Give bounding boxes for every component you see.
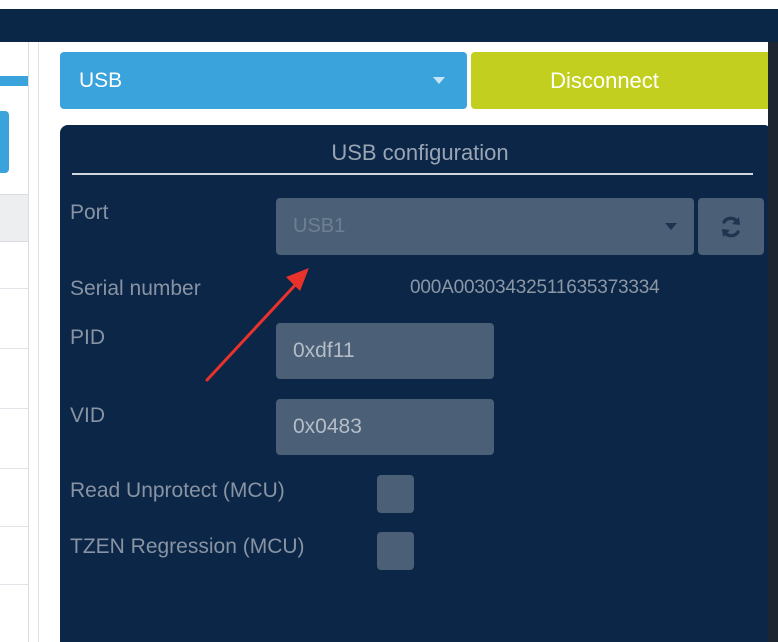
pid-label: PID (70, 326, 106, 349)
chevron-down-icon (665, 223, 677, 230)
serial-number-label: Serial number (70, 277, 201, 300)
left-pane-row-divider (0, 408, 28, 409)
vid-field[interactable] (276, 399, 494, 455)
port-select[interactable]: USB1 (276, 198, 694, 255)
left-pane-tab[interactable] (0, 111, 9, 173)
port-select-value: USB1 (293, 215, 346, 237)
left-pane-row-divider (0, 526, 28, 527)
serial-number-value: 000A00303432511635373334 (410, 277, 660, 298)
left-pane-row-divider (0, 468, 28, 469)
left-pane-accent-bar (0, 76, 28, 86)
refresh-icon (722, 216, 740, 237)
tzen-regression-checkbox[interactable] (377, 532, 414, 570)
left-pane-table-header (0, 194, 28, 242)
tzen-regression-label: TZEN Regression (MCU) (70, 535, 305, 558)
left-pane-row-divider (0, 348, 28, 349)
window-edge (768, 42, 778, 642)
read-unprotect-checkbox[interactable] (377, 475, 414, 513)
pane-divider (38, 42, 39, 642)
left-pane-row-divider (0, 584, 28, 585)
disconnect-button-label: Disconnect (550, 67, 659, 93)
vid-label: VID (70, 404, 106, 427)
disconnect-button[interactable]: Disconnect (471, 52, 778, 109)
chevron-down-icon (433, 77, 445, 84)
top-edge (0, 0, 778, 9)
left-pane-row-divider (0, 288, 28, 289)
interface-select[interactable]: USB (60, 52, 467, 109)
interface-select-value: USB (79, 68, 123, 92)
panel-title: USB configuration (331, 140, 509, 165)
refresh-button[interactable] (698, 198, 764, 255)
pid-field[interactable] (276, 323, 494, 379)
app-window: USB Disconnect USB configuration Port US… (0, 0, 778, 642)
port-label: Port (70, 201, 109, 224)
read-unprotect-label: Read Unprotect (MCU) (70, 479, 285, 502)
title-divider (72, 173, 753, 175)
